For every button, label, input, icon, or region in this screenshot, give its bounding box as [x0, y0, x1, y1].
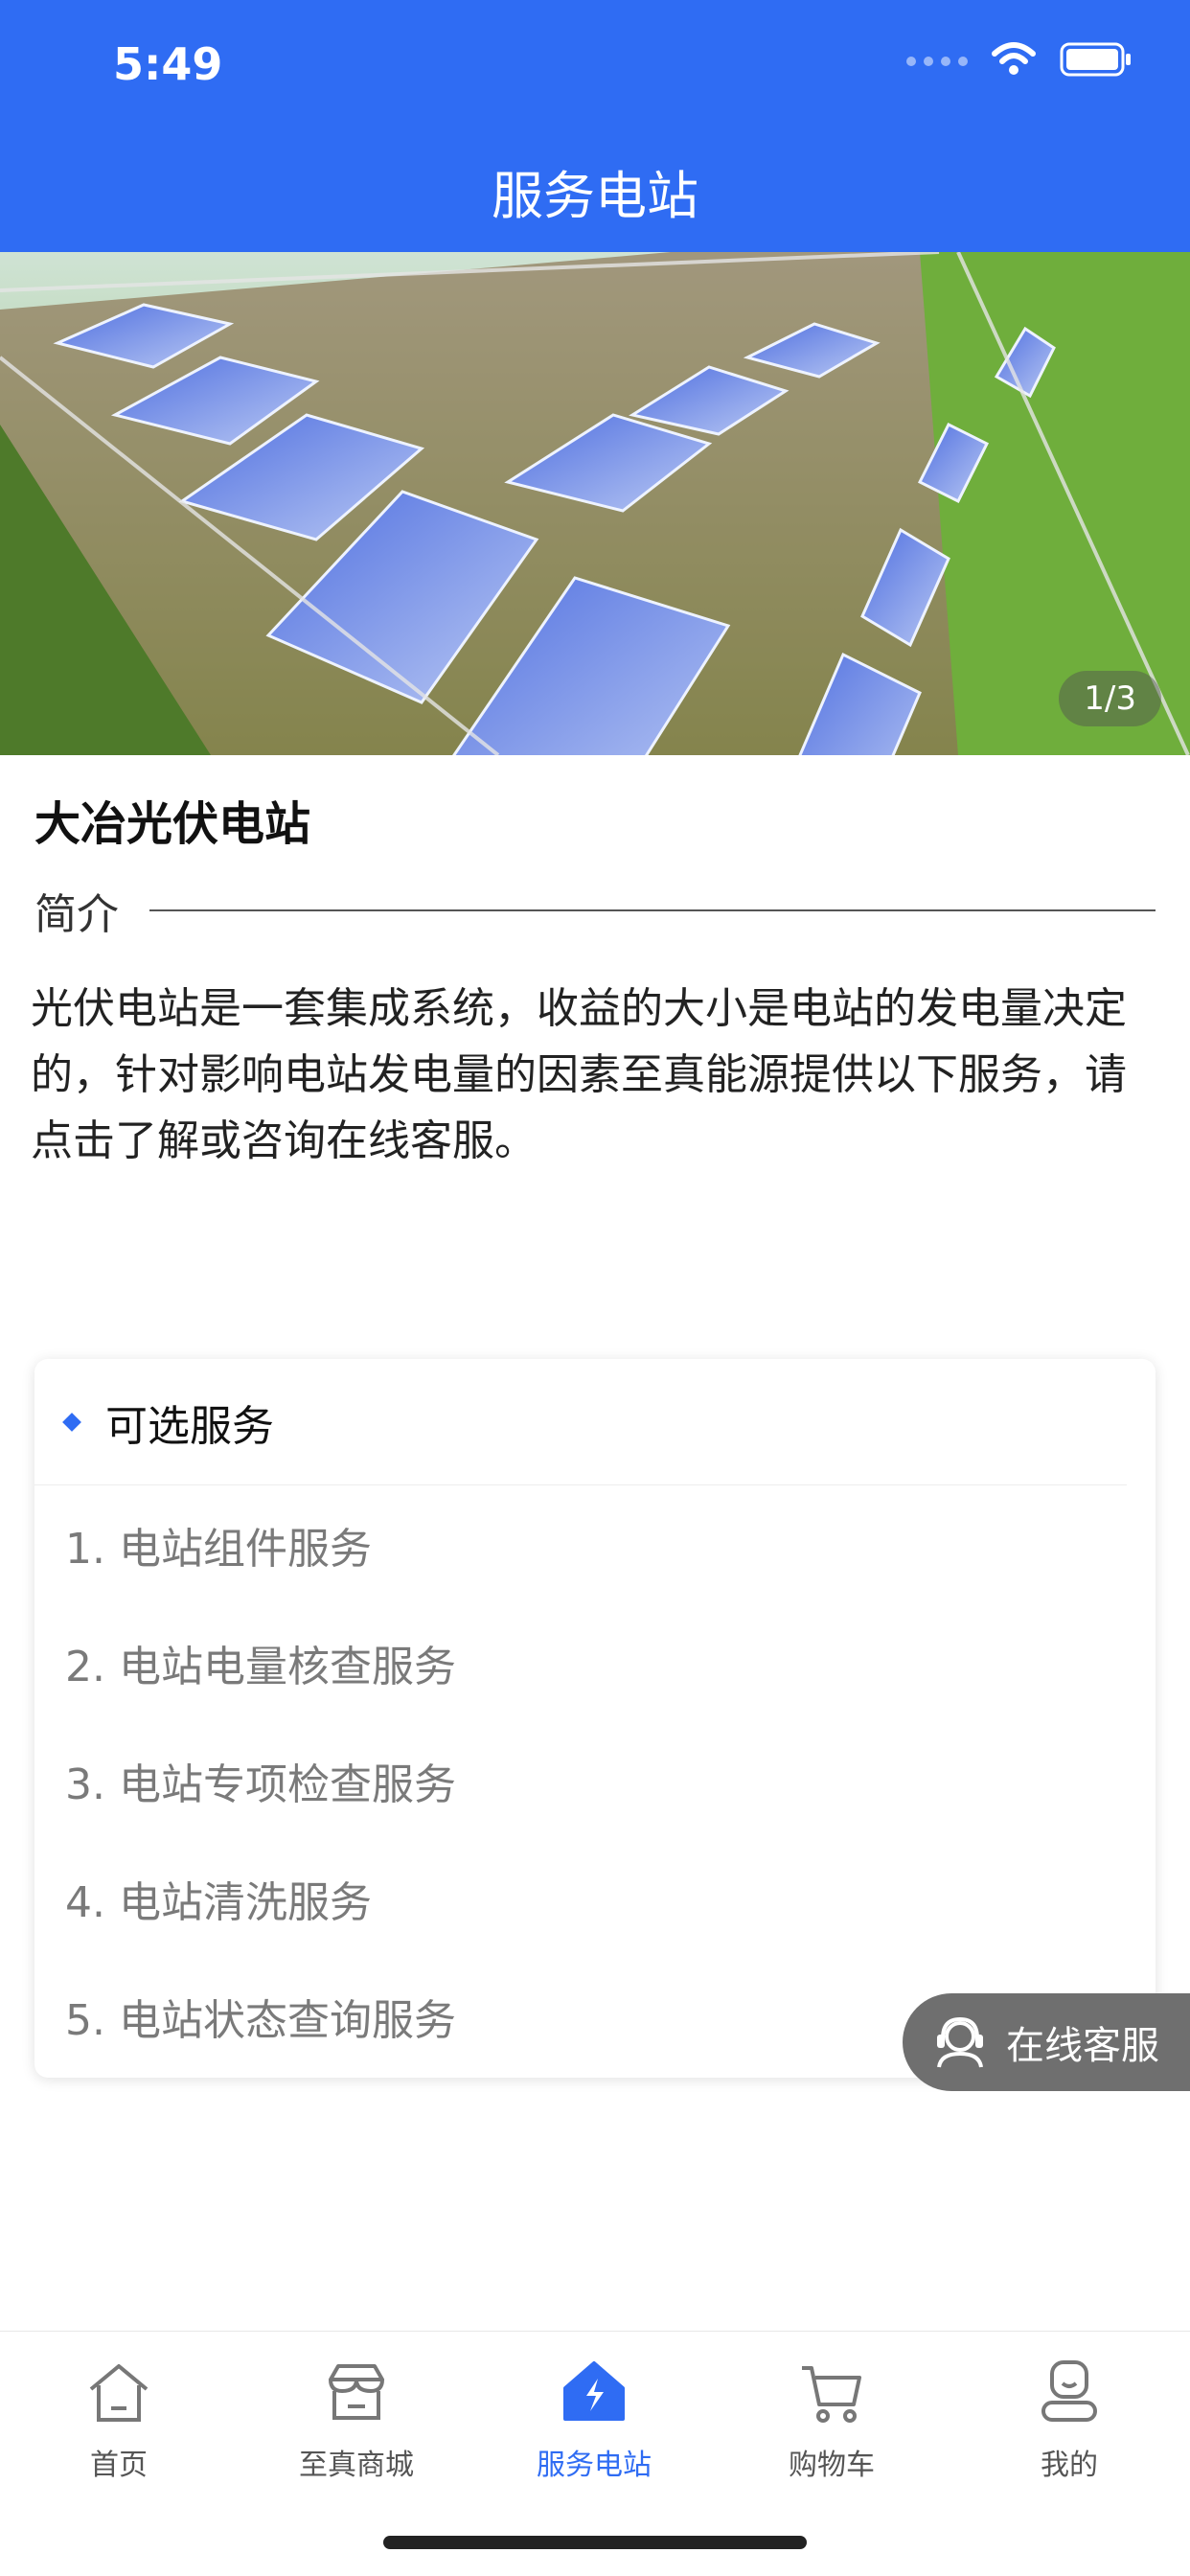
service-item[interactable]: 1. 电站组件服务	[34, 1485, 1156, 1603]
tab-power-station[interactable]: 服务电站	[475, 2351, 713, 2483]
service-item[interactable]: 3. 电站专项检查服务	[34, 1721, 1156, 1839]
services-card: 可选服务 1. 电站组件服务 2. 电站电量核查服务 3. 电站专项检查服务 4…	[34, 1359, 1156, 2078]
store-icon	[238, 2351, 475, 2433]
page-title: 服务电站	[492, 166, 698, 226]
wifi-icon	[991, 42, 1037, 80]
tab-home[interactable]: 首页	[0, 2351, 238, 2483]
status-time: 5:49	[113, 38, 223, 90]
intro-label: 简介	[34, 890, 119, 939]
service-item[interactable]: 2. 电站电量核查服务	[34, 1603, 1156, 1721]
tab-label: 至真商城	[299, 2449, 414, 2482]
intro-text: 光伏电站是一套集成系统，收益的大小是电站的发电量决定的，针对影响电站发电量的因素…	[31, 984, 1127, 1165]
cart-icon	[713, 2351, 950, 2433]
banner-page-counter: 1/3	[1059, 671, 1161, 726]
banner-carousel[interactable]: 1/3	[0, 252, 1190, 755]
tab-label: 我的	[1041, 2449, 1098, 2482]
home-icon	[0, 2351, 238, 2433]
diamond-bullet-icon	[62, 1412, 81, 1432]
tab-cart[interactable]: 购物车	[713, 2351, 950, 2483]
service-item[interactable]: 4. 电站清洗服务	[34, 1839, 1156, 1957]
intro-header: 简介	[34, 880, 1156, 941]
tab-store[interactable]: 至真商城	[238, 2351, 475, 2483]
tab-profile[interactable]: 我的	[950, 2351, 1188, 2483]
battery-icon	[1060, 42, 1133, 80]
home-indicator[interactable]	[383, 2536, 807, 2549]
online-service-button[interactable]: 在线客服	[903, 1993, 1190, 2091]
tab-label: 首页	[90, 2449, 148, 2482]
profile-icon	[950, 2351, 1188, 2433]
divider	[149, 909, 1156, 911]
tab-label: 服务电站	[537, 2449, 652, 2482]
cellular-signal-icon	[906, 57, 968, 66]
solar-farm-image	[0, 252, 1190, 755]
station-name: 大冶光伏电站	[34, 797, 311, 851]
tab-label: 购物车	[789, 2449, 875, 2482]
app-header: 5:49 服务电站	[0, 0, 1190, 252]
customer-service-icon	[931, 2015, 989, 2069]
online-service-label: 在线客服	[1006, 2024, 1159, 2068]
services-title: 可选服务	[105, 1401, 274, 1451]
status-indicators	[906, 42, 1133, 80]
services-card-header: 可选服务	[34, 1359, 1127, 1485]
power-station-icon	[475, 2351, 713, 2433]
